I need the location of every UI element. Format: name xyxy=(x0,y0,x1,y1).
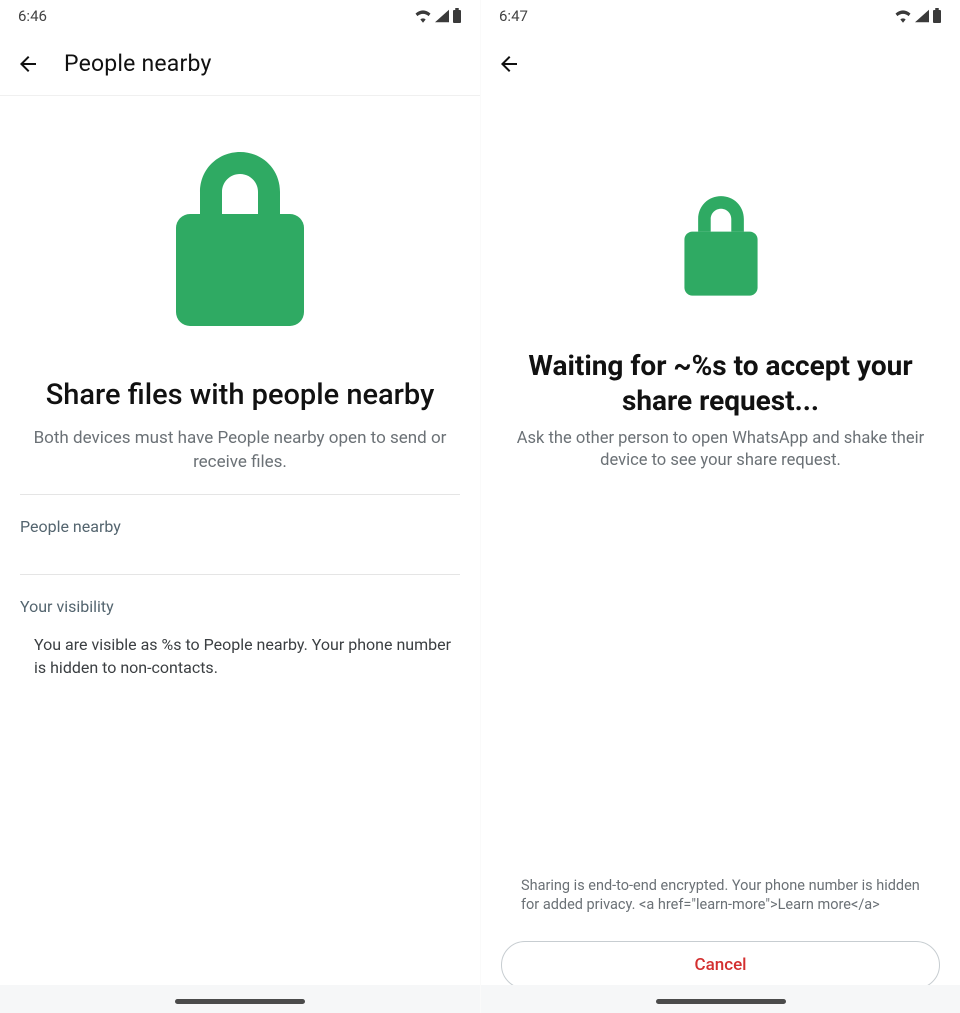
cancel-button[interactable]: Cancel xyxy=(501,941,940,989)
lock-icon xyxy=(681,196,761,298)
phone-right: 6:47 Waiting for ~%s to accept your shar… xyxy=(480,0,960,1013)
status-bar: 6:47 xyxy=(481,0,960,32)
status-icons xyxy=(894,8,942,24)
hero-illustration xyxy=(501,196,940,298)
headline: Waiting for ~%s to accept your share req… xyxy=(507,348,934,418)
subheadline: Both devices must have People nearby ope… xyxy=(20,427,460,475)
arrow-left-icon xyxy=(16,52,40,76)
app-bar: People nearby xyxy=(0,32,480,96)
status-icons xyxy=(414,8,462,24)
nav-handle[interactable] xyxy=(656,999,786,1004)
arrow-left-icon xyxy=(497,52,521,76)
cancel-button-label: Cancel xyxy=(694,955,746,975)
signal-icon xyxy=(914,9,930,23)
battery-icon xyxy=(932,8,942,24)
page-title: People nearby xyxy=(64,50,212,77)
status-bar: 6:46 xyxy=(0,0,480,32)
wifi-icon xyxy=(894,9,912,23)
hero-illustration xyxy=(20,152,460,330)
headline: Share files with people nearby xyxy=(20,378,460,413)
subheadline: Ask the other person to open WhatsApp an… xyxy=(501,428,940,473)
encryption-notice: Sharing is end-to-end encrypted. Your ph… xyxy=(501,876,940,915)
lock-icon xyxy=(170,152,310,330)
battery-icon xyxy=(452,8,462,24)
app-bar xyxy=(481,32,960,96)
visibility-description: You are visible as %s to People nearby. … xyxy=(20,634,460,689)
nav-handle[interactable] xyxy=(175,999,305,1004)
back-button[interactable] xyxy=(16,52,40,76)
section-people-nearby[interactable]: People nearby xyxy=(20,495,460,554)
status-time: 6:47 xyxy=(499,7,528,25)
status-time: 6:46 xyxy=(18,7,47,25)
phone-left: 6:46 People nearby Share files with peop… xyxy=(0,0,480,1013)
section-your-visibility: Your visibility xyxy=(20,575,460,634)
signal-icon xyxy=(434,9,450,23)
wifi-icon xyxy=(414,9,432,23)
back-button[interactable] xyxy=(497,52,521,76)
